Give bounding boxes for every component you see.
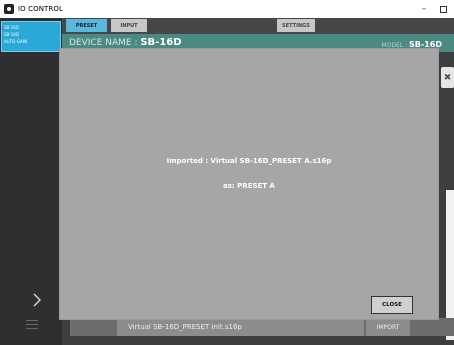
maximize-button[interactable] — [435, 0, 451, 18]
app-logo-icon — [4, 4, 14, 14]
sidebar — [0, 18, 62, 345]
device-tab-sb-16d[interactable]: SB-16D SB-16D AUTO-GAIN — [1, 21, 61, 52]
io-control-window: IO CONTROL – SB-16D SB-16D AUTO-GAIN PRE… — [0, 0, 454, 345]
side-close-button[interactable]: ✖ — [441, 67, 454, 88]
window-title: IO CONTROL — [18, 5, 63, 13]
device-name-value: SB-16D — [140, 37, 182, 48]
import-button[interactable]: IMPORT — [366, 318, 410, 336]
hamburger-icon[interactable] — [26, 320, 38, 329]
close-button[interactable]: CLOSE — [371, 296, 413, 314]
device-tab-line: SB-16D — [4, 25, 19, 30]
title-bar: IO CONTROL — [0, 0, 454, 18]
import-message-file: Imported : Virtual SB-16D_PRESET A.s16p — [166, 157, 332, 165]
device-tab-line: SB-16D — [4, 32, 19, 37]
device-name: DEVICE NAME : SB-16D — [69, 37, 182, 48]
device-name-label: DEVICE NAME : — [69, 38, 141, 48]
maximize-icon — [439, 5, 447, 13]
tab-settings[interactable]: SETTINGS — [277, 19, 315, 32]
device-tab-line: AUTO-GAIN — [4, 39, 27, 44]
import-message-target: as: PRESET A — [223, 182, 275, 190]
preset-file-name: Virtual SB-16D_PRESET init.s16p — [117, 318, 364, 336]
chevron-right-icon[interactable] — [32, 292, 44, 308]
tab-preset[interactable]: PRESET — [66, 19, 107, 32]
minimize-button[interactable]: – — [416, 0, 432, 18]
tab-input[interactable]: INPUT — [111, 19, 147, 32]
